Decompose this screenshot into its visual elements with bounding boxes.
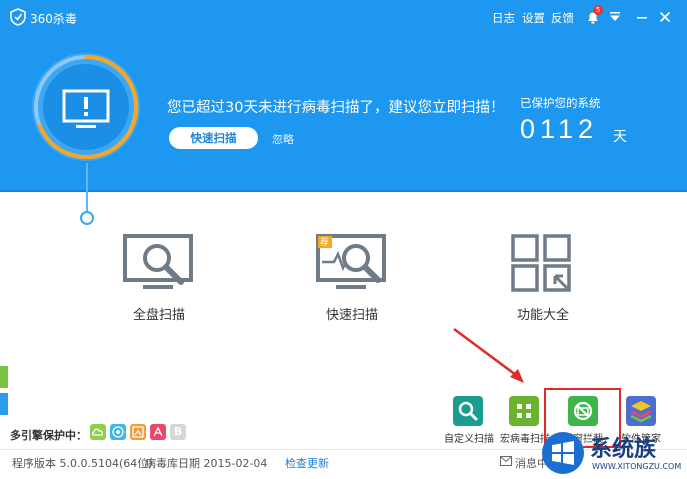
software-manager-icon [626, 396, 656, 426]
timeline-line [86, 163, 88, 212]
side-tab-blue[interactable] [0, 393, 8, 415]
days-unit: 天 [613, 129, 627, 145]
recommended-badge: 荐 [320, 238, 330, 248]
check-update-link[interactable]: 检查更新 [285, 455, 329, 471]
watermark-brand: 系统族 [590, 437, 657, 462]
avira-engine-icon[interactable] [150, 424, 166, 440]
full-scan-label: 全盘扫描 [132, 308, 185, 323]
macro-virus-scan-icon [509, 396, 539, 426]
full-scan-icon [123, 234, 193, 289]
quick-scan-label: 快速扫描 [325, 308, 378, 323]
xitongzu-watermark: 系统族 WWW.XITONGZU.COM [540, 428, 687, 479]
alert-monitor-icon [62, 89, 110, 128]
menu-dropdown-icon[interactable] [609, 11, 621, 23]
notification-button[interactable]: 5 [585, 5, 603, 25]
all-features-grid-icon [511, 234, 571, 292]
watermark-logo-icon [542, 432, 584, 474]
side-tab-green[interactable] [0, 366, 8, 388]
quick-scan-button[interactable]: 快速扫描 [169, 127, 258, 149]
quick-scan-tile[interactable]: 荐 快速扫描 [292, 232, 412, 327]
message-envelope-icon [500, 456, 512, 466]
system-repair-engine-icon[interactable] [130, 424, 146, 440]
engines-label: 多引擎保护中： [10, 429, 87, 442]
custom-scan-label: 自定义扫描 [444, 434, 494, 445]
all-features-label: 功能大全 [516, 308, 569, 323]
header-divider [0, 190, 687, 192]
full-scan-button[interactable]: 全盘扫描 [99, 232, 219, 327]
qvm-engine-icon[interactable] [110, 424, 126, 440]
scan-reminder-headline: 您已超过30天未进行病毒扫描了，建议您立即扫描！ [167, 100, 505, 116]
timeline-dot [80, 211, 94, 225]
app-title: 360杀毒 [30, 12, 77, 26]
cloud-engine-icon[interactable] [90, 424, 106, 440]
protected-label: 已保护您的系统 [520, 96, 601, 110]
log-link[interactable]: 日志 [492, 10, 515, 26]
custom-scan-icon [453, 396, 483, 426]
shield-logo-icon [10, 8, 26, 26]
settings-link[interactable]: 设置 [522, 10, 545, 26]
feedback-link[interactable]: 反馈 [551, 10, 574, 26]
custom-scan-tool[interactable]: 自定义扫描 [444, 396, 494, 445]
all-features-button[interactable]: 功能大全 [483, 232, 603, 327]
watermark-url: WWW.XITONGZU.COM [592, 462, 682, 471]
protected-days-count: 0112 [520, 114, 599, 144]
annotation-arrow [453, 327, 524, 383]
bitdefender-engine-icon[interactable]: B [170, 424, 186, 440]
minimize-icon[interactable] [636, 11, 648, 23]
close-icon[interactable] [659, 11, 671, 23]
notification-badge: 5 [593, 5, 603, 15]
ignore-link[interactable]: 忽略 [272, 131, 294, 147]
program-version: 程序版本 5.0.0.5104(64位) [12, 457, 153, 470]
virus-db-date: 病毒库日期 2015-02-04 [145, 457, 268, 470]
